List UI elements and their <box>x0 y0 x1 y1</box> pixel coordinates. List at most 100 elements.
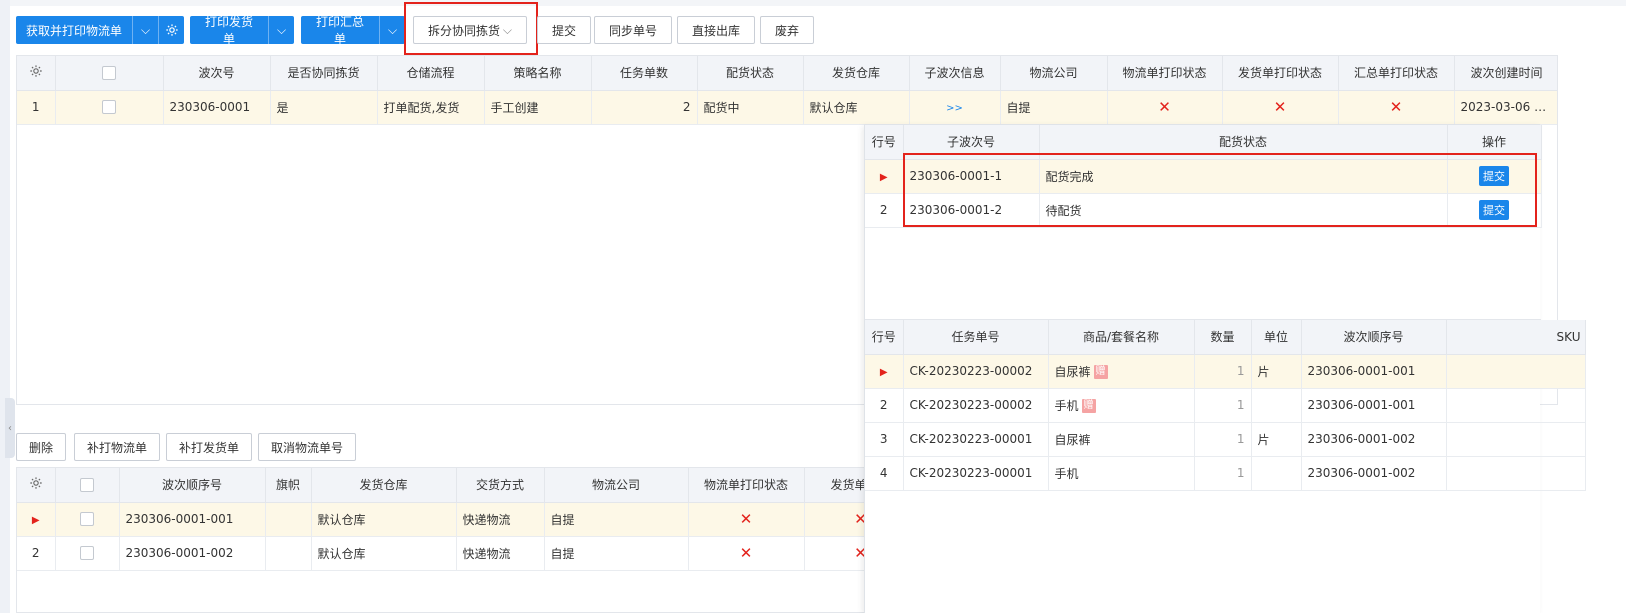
col-collab[interactable]: 是否协同拣货 <box>270 56 378 91</box>
col-logistics[interactable]: 物流公司 <box>1000 56 1108 91</box>
expand-link[interactable]: >> <box>946 103 963 114</box>
delivery-cell: 快递物流 <box>456 502 545 537</box>
discard-button[interactable]: 废弃 <box>760 16 815 44</box>
col-warehouse[interactable]: 发货仓库 <box>803 56 910 91</box>
col-task-no[interactable]: 任务单号 <box>903 320 1049 355</box>
col-flag[interactable]: 旗帜 <box>265 468 312 503</box>
table-row[interactable]: 4 CK-20230223-00001 手机 1 230306-0001-002 <box>865 456 1586 491</box>
get-print-logistics-dropdown[interactable]: ⌵ <box>132 16 159 44</box>
split-picking-button[interactable]: 拆分协同拣货 ⌵ <box>413 16 527 44</box>
col-invoice-print[interactable]: 发货单打印状态 <box>1222 56 1339 91</box>
sku-cell <box>1446 354 1586 389</box>
unit-cell: 片 <box>1251 354 1302 389</box>
logistics-cell: 自提 <box>544 536 689 571</box>
x-icon: ✕ <box>1273 98 1287 116</box>
table-row[interactable]: ▶ CK-20230223-00002 自尿裤赠 1 片 230306-0001… <box>865 354 1586 389</box>
collab-cell: 是 <box>270 90 378 125</box>
col-qty[interactable]: 数量 <box>1194 320 1252 355</box>
sub-wave-highlight <box>903 153 1537 227</box>
print-summary-dropdown[interactable]: ⌵ <box>379 16 405 44</box>
strategy-cell: 手工创建 <box>484 90 592 125</box>
top-border <box>10 0 1626 6</box>
row-pointer-icon: ▶ <box>879 172 888 183</box>
row-pointer-icon: ▶ <box>31 515 40 526</box>
print-invoice-dropdown[interactable]: ⌵ <box>268 16 294 44</box>
row-checkbox[interactable] <box>55 90 164 125</box>
col-logistics-print[interactable]: 物流单打印状态 <box>688 468 805 503</box>
col-logistics-print[interactable]: 物流单打印状态 <box>1107 56 1223 91</box>
col-idx: 行号 <box>865 125 904 160</box>
column-settings[interactable] <box>17 468 56 503</box>
cancel-logistics-no-button[interactable]: 取消物流单号 <box>258 433 357 461</box>
row-checkbox[interactable] <box>55 502 120 537</box>
task-no-cell: CK-20230223-00002 <box>903 388 1049 423</box>
col-warehouse[interactable]: 发货仓库 <box>311 468 457 503</box>
split-picking-label: 拆分协同拣货 <box>428 23 501 38</box>
table-row[interactable]: ▶ 230306-0001-001 默认仓库 快递物流 自提 ✕ ✕ <box>17 502 871 537</box>
wave-table: 波次号 是否协同拣货 仓储流程 策略名称 任务单数 配货状态 发货仓库 子波次信… <box>17 56 1557 125</box>
sub-info-link[interactable]: >> <box>909 90 1001 125</box>
task-count-cell: 2 <box>591 90 698 125</box>
warehouse-cell: 默认仓库 <box>311 502 457 537</box>
col-sub-info[interactable]: 子波次信息 <box>909 56 1001 91</box>
table-row[interactable]: 2 230306-0001-002 默认仓库 快递物流 自提 ✕ ✕ <box>17 536 871 571</box>
name-cell: 自尿裤赠 <box>1048 354 1195 389</box>
col-seq[interactable]: 波次顺序号 <box>1301 320 1447 355</box>
select-all-checkbox[interactable] <box>55 56 164 91</box>
get-print-logistics-group: 获取并打印物流单 ⌵ <box>16 16 185 44</box>
qty-cell: 1 <box>1194 388 1252 423</box>
col-name[interactable]: 商品/套餐名称 <box>1048 320 1195 355</box>
wave-no-cell: 230306-0001 <box>163 90 271 125</box>
row-index: 1 <box>17 90 56 125</box>
collapse-handle[interactable]: ‹ <box>5 398 15 458</box>
warehouse-cell: 默认仓库 <box>311 536 457 571</box>
x-icon: ✕ <box>739 510 753 528</box>
col-status[interactable]: 配货状态 <box>697 56 804 91</box>
table-row[interactable]: 3 CK-20230223-00001 自尿裤 1 片 230306-0001-… <box>865 422 1586 457</box>
reprint-logistics-button[interactable]: 补打物流单 <box>74 433 161 461</box>
sub-wave-popup: 行号 子波次号 配货状态 操作 ▶ 230306-0001-1 配货完成 提交 … <box>864 124 1586 613</box>
product-name: 手机 <box>1054 398 1079 413</box>
col-unit[interactable]: 单位 <box>1251 320 1302 355</box>
col-wave-no[interactable]: 波次号 <box>163 56 271 91</box>
sku-cell <box>1446 388 1586 423</box>
direct-outbound-button[interactable]: 直接出库 <box>677 16 756 44</box>
name-cell: 自尿裤 <box>1048 422 1195 457</box>
print-summary-group: 打印汇总单 ⌵ <box>301 15 405 46</box>
sync-number-button[interactable]: 同步单号 <box>594 16 673 44</box>
unit-cell <box>1251 456 1302 491</box>
flow-cell: 打单配货,发货 <box>377 90 485 125</box>
table-row[interactable]: 2 CK-20230223-00002 手机赠 1 230306-0001-00… <box>865 388 1586 423</box>
invoice-print-status: ✕ <box>804 536 871 571</box>
submit-button[interactable]: 提交 <box>537 16 592 44</box>
col-created[interactable]: 波次创建时间 <box>1454 56 1557 91</box>
row-indicator: ▶ <box>865 159 904 194</box>
row-index: 4 <box>865 456 904 491</box>
col-task-count[interactable]: 任务单数 <box>591 56 698 91</box>
left-sidebar-strip <box>0 0 10 613</box>
task-no-cell: CK-20230223-00001 <box>903 422 1049 457</box>
reprint-invoice-button[interactable]: 补打发货单 <box>166 433 253 461</box>
col-seq[interactable]: 波次顺序号 <box>119 468 266 503</box>
col-delivery[interactable]: 交货方式 <box>456 468 545 503</box>
settings-button[interactable] <box>158 16 185 44</box>
delete-button[interactable]: 删除 <box>16 433 67 461</box>
col-flow[interactable]: 仓储流程 <box>377 56 485 91</box>
get-print-logistics-button[interactable]: 获取并打印物流单 <box>16 16 133 44</box>
logistics-cell: 自提 <box>1000 90 1108 125</box>
col-sku[interactable]: SKU <box>1446 320 1586 355</box>
column-settings[interactable] <box>17 56 56 91</box>
col-logistics[interactable]: 物流公司 <box>544 468 689 503</box>
table-row[interactable]: 1 230306-0001 是 打单配货,发货 手工创建 2 配货中 默认仓库 … <box>17 90 1557 125</box>
print-summary-button[interactable]: 打印汇总单 <box>301 15 379 46</box>
task-section: 行号 任务单号 商品/套餐名称 数量 单位 波次顺序号 SKU ▶ CK-202… <box>865 319 1586 491</box>
select-all-checkbox[interactable] <box>55 468 120 503</box>
col-strategy[interactable]: 策略名称 <box>484 56 592 91</box>
col-invoice-print[interactable]: 发货单打印 <box>804 468 871 503</box>
col-summary-print[interactable]: 汇总单打印状态 <box>1338 56 1455 91</box>
logistics-print-status: ✕ <box>688 502 805 537</box>
print-invoice-button[interactable]: 打印发货单 <box>190 15 268 46</box>
x-icon: ✕ <box>1389 98 1403 116</box>
row-index: 2 <box>865 193 904 228</box>
row-checkbox[interactable] <box>55 536 120 571</box>
